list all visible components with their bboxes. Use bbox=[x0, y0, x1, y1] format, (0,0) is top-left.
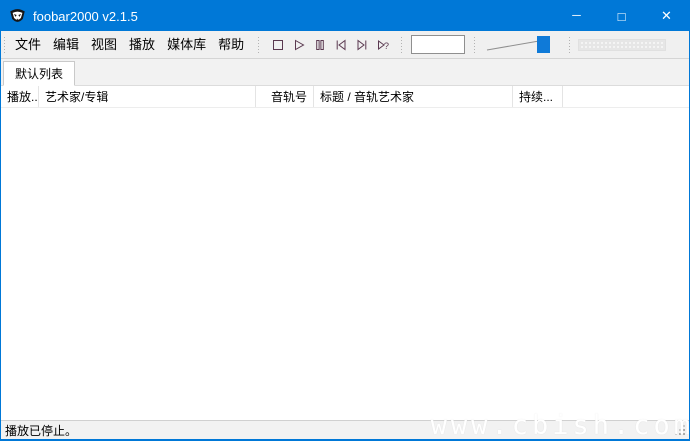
next-track-button[interactable] bbox=[351, 33, 372, 57]
stop-icon bbox=[270, 37, 286, 53]
menu-item-edit[interactable]: 编辑 bbox=[47, 31, 85, 58]
menubar-grip-handle[interactable] bbox=[3, 37, 6, 53]
column-header-track-no[interactable]: 音轨号 bbox=[256, 86, 314, 107]
seekbar[interactable] bbox=[578, 39, 666, 51]
tab-default-playlist[interactable]: 默认列表 bbox=[3, 61, 75, 86]
column-header-title-track-artist[interactable]: 标题 / 音轨艺术家 bbox=[314, 86, 513, 107]
menu-item-playback[interactable]: 播放 bbox=[123, 31, 161, 58]
status-bar: 播放已停止。 bbox=[1, 420, 689, 439]
window-title: foobar2000 v2.1.5 bbox=[33, 9, 138, 24]
menu-item-view[interactable]: 视图 bbox=[85, 31, 123, 58]
column-header-playing[interactable]: 播放... bbox=[1, 86, 39, 107]
window-controls: ─ □ ✕ bbox=[554, 1, 689, 31]
previous-track-button[interactable] bbox=[330, 33, 351, 57]
column-header-filler bbox=[563, 86, 689, 107]
column-header-duration[interactable]: 持续... bbox=[513, 86, 563, 107]
maximize-icon: □ bbox=[618, 9, 626, 24]
previous-track-icon bbox=[333, 37, 349, 53]
status-text: 播放已停止。 bbox=[5, 422, 77, 439]
play-random-icon: ? bbox=[375, 37, 391, 53]
pause-icon bbox=[312, 37, 328, 53]
play-random-button[interactable]: ? bbox=[372, 33, 393, 57]
playlist-view[interactable] bbox=[1, 108, 689, 420]
menu-item-help[interactable]: 帮助 bbox=[212, 31, 250, 58]
title-bar: foobar2000 v2.1.5 ─ □ ✕ bbox=[1, 1, 689, 31]
seekbar-toolbar-grip-handle[interactable] bbox=[568, 37, 571, 53]
tab-label: 默认列表 bbox=[15, 65, 63, 82]
menu-item-file[interactable]: 文件 bbox=[9, 31, 47, 58]
play-button[interactable] bbox=[288, 33, 309, 57]
maximize-button[interactable]: □ bbox=[599, 1, 644, 31]
menu-item-library[interactable]: 媒体库 bbox=[161, 31, 212, 58]
volume-toolbar-grip-handle[interactable] bbox=[473, 37, 476, 53]
next-track-icon bbox=[354, 37, 370, 53]
volume-slider-thumb bbox=[537, 36, 550, 53]
close-icon: ✕ bbox=[661, 8, 672, 24]
play-icon bbox=[291, 37, 307, 53]
svg-text:?: ? bbox=[383, 41, 388, 52]
column-header-artist-album[interactable]: 艺术家/专辑 bbox=[39, 86, 256, 107]
playlist-column-header: 播放... 艺术家/专辑 音轨号 标题 / 音轨艺术家 持续... bbox=[1, 86, 689, 108]
minimize-button[interactable]: ─ bbox=[554, 1, 599, 31]
playlist-tab-strip: 默认列表 bbox=[1, 59, 689, 86]
search-toolbar-grip-handle[interactable] bbox=[400, 37, 403, 53]
close-button[interactable]: ✕ bbox=[644, 1, 689, 31]
foobar2000-app-icon bbox=[9, 8, 26, 25]
search-input[interactable] bbox=[411, 35, 465, 54]
pause-button[interactable] bbox=[309, 33, 330, 57]
playback-toolbar-grip-handle[interactable] bbox=[257, 37, 260, 53]
foobar2000-window: foobar2000 v2.1.5 ─ □ ✕ 文件 编辑 视图 播放 媒体库 … bbox=[0, 0, 690, 441]
volume-slider[interactable] bbox=[483, 33, 561, 57]
resize-grip[interactable] bbox=[674, 424, 687, 437]
minimize-icon: ─ bbox=[572, 8, 581, 22]
toolbar: 文件 编辑 视图 播放 媒体库 帮助 bbox=[1, 31, 689, 59]
stop-button[interactable] bbox=[267, 33, 288, 57]
